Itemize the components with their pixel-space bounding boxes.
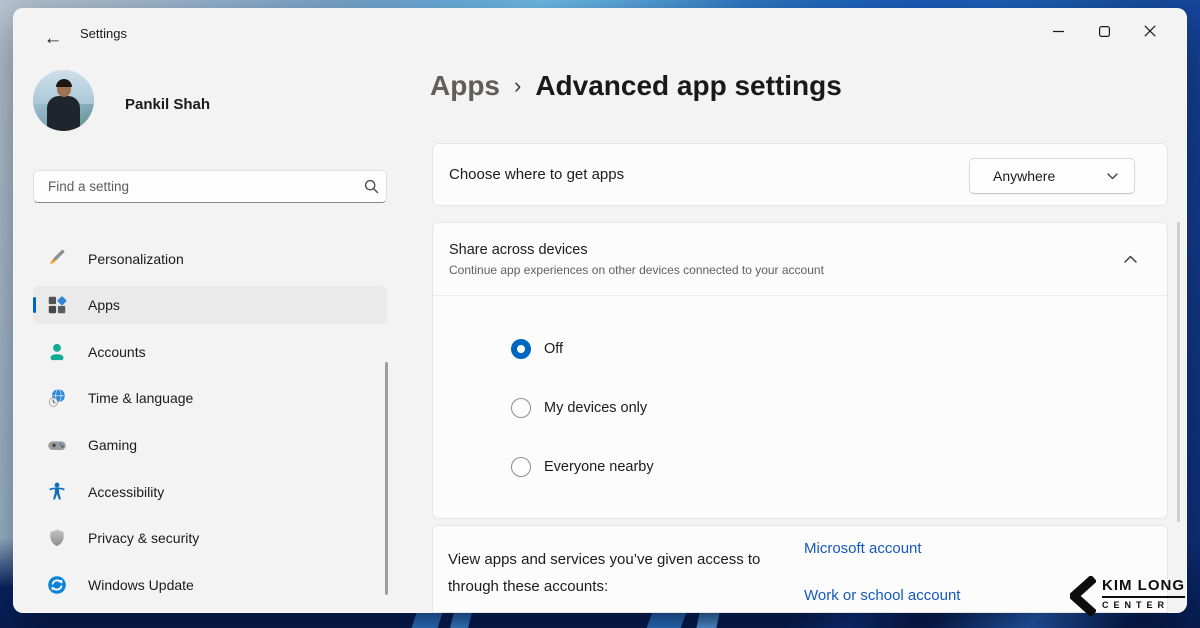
radio-unselected-icon[interactable] (511, 457, 531, 477)
settings-window: ← Settings Pankil Shah Personalization (13, 8, 1187, 613)
breadcrumb-apps[interactable]: Apps (430, 70, 500, 102)
radio-selected-icon[interactable] (511, 339, 531, 359)
personalization-icon (46, 248, 68, 270)
watermark-chevron-icon (1070, 576, 1096, 621)
search-input[interactable] (34, 179, 356, 194)
back-arrow-icon: ← (44, 28, 63, 50)
sidebar-item-personalization[interactable]: Personalization (33, 240, 387, 278)
sidebar-item-gaming[interactable]: Gaming (33, 426, 387, 464)
sidebar-item-label: Apps (88, 297, 120, 313)
selected-indicator (33, 297, 36, 313)
microsoft-account-link[interactable]: Microsoft account (804, 540, 922, 557)
choose-where-to-get-apps-card: Choose where to get apps Anywhere (432, 143, 1168, 206)
share-title: Share across devices (449, 242, 1124, 258)
chevron-down-icon (1107, 173, 1118, 180)
sidebar-scrollbar[interactable] (385, 362, 388, 595)
sidebar-item-time-language[interactable]: Time & language (33, 379, 387, 417)
radio-label: Everyone nearby (544, 459, 654, 475)
content-scrollbar[interactable] (1177, 222, 1180, 522)
sidebar-item-label: Personalization (88, 251, 184, 267)
watermark-text: KIM LONG CENTER (1102, 577, 1185, 610)
breadcrumb: Apps › Advanced app settings (430, 70, 842, 102)
share-subtitle: Continue app experiences on other device… (449, 263, 1124, 277)
minimize-icon (1053, 26, 1064, 37)
page-title: Advanced app settings (535, 70, 842, 102)
radio-option-off[interactable]: Off (511, 339, 563, 359)
sidebar-item-apps[interactable]: Apps (33, 286, 387, 324)
share-across-devices-header[interactable]: Share across devices Continue app experi… (432, 222, 1168, 296)
radio-option-my-devices-only[interactable]: My devices only (511, 398, 647, 418)
radio-label: My devices only (544, 400, 647, 416)
sidebar-item-label: Windows Update (88, 577, 194, 593)
avatar[interactable] (33, 70, 94, 131)
radio-unselected-icon[interactable] (511, 398, 531, 418)
accounts-access-card: View apps and services you’ve given acce… (432, 525, 1168, 613)
sidebar-item-privacy-security[interactable]: Privacy & security (33, 519, 387, 557)
work-school-account-link[interactable]: Work or school account (804, 587, 960, 604)
close-button[interactable] (1127, 16, 1173, 46)
sidebar-item-accounts[interactable]: Accounts (33, 333, 387, 371)
minimize-button[interactable] (1035, 16, 1081, 46)
shield-icon (46, 527, 68, 549)
watermark-line2: CENTER (1102, 600, 1185, 610)
share-across-devices-body: Off My devices only Everyone nearby (432, 296, 1168, 519)
radio-option-everyone-nearby[interactable]: Everyone nearby (511, 457, 654, 477)
dropdown-value: Anywhere (993, 168, 1107, 184)
close-icon (1144, 25, 1156, 37)
accounts-access-label: View apps and services you’ve given acce… (448, 546, 798, 600)
avatar-person (47, 96, 80, 131)
sidebar-item-label: Gaming (88, 437, 137, 453)
breadcrumb-separator-icon: › (514, 73, 521, 99)
search-icon[interactable] (356, 179, 386, 194)
sidebar-item-label: Accounts (88, 344, 146, 360)
sidebar-item-label: Time & language (88, 390, 193, 406)
windows-update-icon (46, 574, 68, 596)
share-text: Share across devices Continue app experi… (449, 242, 1124, 277)
maximize-icon (1099, 26, 1110, 37)
chevron-up-icon[interactable] (1124, 255, 1137, 263)
kim-long-center-watermark: KIM LONG CENTER (1070, 574, 1196, 618)
window-title: Settings (80, 26, 127, 41)
sidebar-item-windows-update[interactable]: Windows Update (33, 566, 387, 604)
sidebar-item-label: Privacy & security (88, 530, 199, 546)
maximize-button[interactable] (1081, 16, 1127, 46)
back-button[interactable]: ← (39, 26, 67, 52)
gaming-icon (46, 434, 68, 456)
sidebar-item-label: Accessibility (88, 484, 164, 500)
user-name: Pankil Shah (125, 96, 210, 113)
radio-label: Off (544, 341, 563, 357)
time-language-icon (46, 387, 68, 409)
sidebar-item-accessibility[interactable]: Accessibility (33, 473, 387, 511)
accounts-icon (46, 341, 68, 363)
app-source-dropdown[interactable]: Anywhere (969, 158, 1135, 194)
apps-icon (46, 294, 68, 316)
caption-buttons (1035, 16, 1173, 46)
watermark-line1: KIM LONG (1102, 577, 1185, 598)
accessibility-icon (46, 481, 68, 503)
search-box[interactable] (33, 170, 387, 203)
